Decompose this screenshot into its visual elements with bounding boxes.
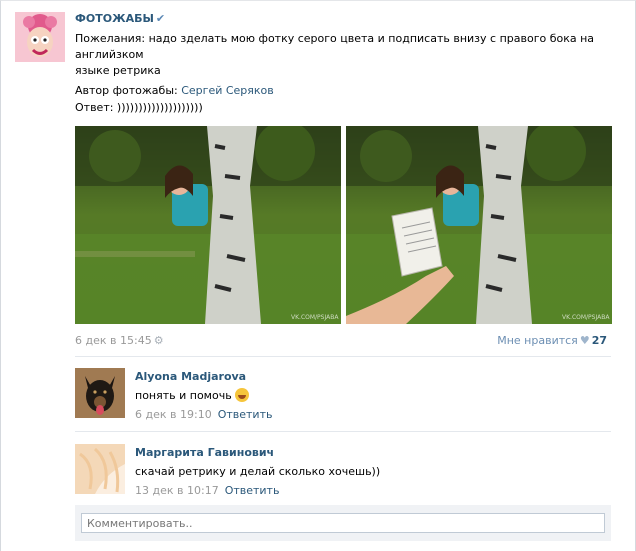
photo-watermark: VK.COM/PSJABA <box>562 314 610 321</box>
comment-author[interactable]: Маргарита Гавинович <box>135 446 274 459</box>
comment-meta: 13 дек в 10:17 Ответить <box>135 484 279 497</box>
heart-icon[interactable]: ♥ <box>580 334 590 347</box>
author-label: Автор фотожабы: <box>75 84 178 97</box>
reply-button[interactable]: Ответить <box>218 408 273 421</box>
post-author: Автор фотожабы: Сергей Серяков <box>75 83 274 99</box>
laughing-emoji-icon <box>234 388 249 402</box>
comment-meta: 6 дек в 19:10 Ответить <box>135 408 272 421</box>
group-avatar[interactable] <box>15 12 65 62</box>
comment-author[interactable]: Alyona Madjarova <box>135 370 246 383</box>
post-text-line: языке ретрика <box>75 64 161 77</box>
comment-input[interactable] <box>81 513 605 533</box>
comment-text-label: понять и помочь <box>135 389 232 402</box>
comment-avatar[interactable] <box>75 368 125 418</box>
post-date[interactable]: 6 дек в 15:45 ⚙ <box>75 334 164 347</box>
author-link[interactable]: Сергей Серяков <box>181 84 274 97</box>
photo-watermark: VK.COM/PSJABA <box>291 314 339 321</box>
gear-icon[interactable]: ⚙ <box>154 334 164 347</box>
like-label[interactable]: Мне нравится <box>497 334 578 347</box>
comment-composer <box>75 505 611 541</box>
like-count[interactable]: 27 <box>592 334 607 347</box>
comment-date[interactable]: 13 дек в 10:17 <box>135 484 219 497</box>
comment-date[interactable]: 6 дек в 19:10 <box>135 408 212 421</box>
group-name-label[interactable]: ФОТОЖАБЫ <box>75 12 154 25</box>
reply-button[interactable]: Ответить <box>225 484 280 497</box>
comment-text: скачай ретрику и делай сколько хочешь)) <box>135 465 381 478</box>
comment-text: понять и помочь <box>135 388 249 402</box>
check-icon: ✔ <box>155 12 166 25</box>
post-date-label[interactable]: 6 дек в 15:45 <box>75 334 152 347</box>
group-name[interactable]: ФОТОЖАБЫ ✔ <box>75 12 165 25</box>
photo-original[interactable]: VK.COM/PSJABA <box>75 126 341 324</box>
like-button[interactable]: Мне нравится ♥ 27 <box>497 334 607 347</box>
post-text: Пожелания: надо зделать мою фотку серого… <box>75 31 615 79</box>
post-answer: Ответ: )))))))))))))))))))) <box>75 101 203 114</box>
separator <box>75 356 611 357</box>
comment-avatar[interactable] <box>75 444 125 494</box>
separator <box>75 431 611 432</box>
photo-edited[interactable]: VK.COM/PSJABA <box>346 126 612 324</box>
post-text-line: Пожелания: надо зделать мою фотку серого… <box>75 32 595 61</box>
